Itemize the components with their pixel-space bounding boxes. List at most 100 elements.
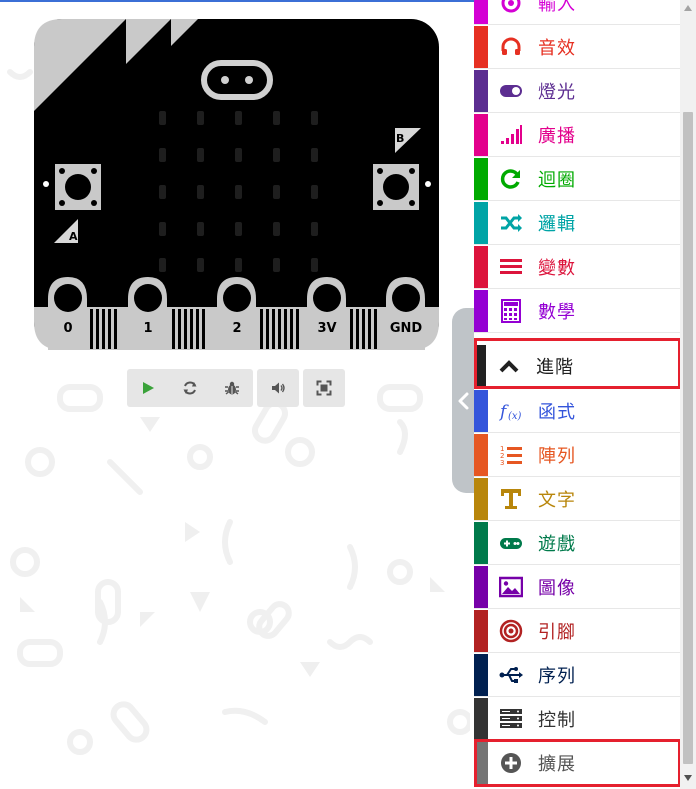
toolbox-item-serial[interactable]: 序列 xyxy=(474,654,680,697)
toolbox-item-label: 迴圈 xyxy=(538,170,576,191)
simulator-controls-group xyxy=(127,369,253,407)
scrollbar-thumb[interactable] xyxy=(683,112,693,764)
toolbox-scrollbar[interactable] xyxy=(680,0,696,789)
toolbox-item-label: 陣列 xyxy=(538,446,576,467)
toolbox-item-label: 圖像 xyxy=(538,578,576,599)
pin-gnd-label: GND xyxy=(390,321,423,336)
svg-text:3: 3 xyxy=(500,459,504,467)
category-color-bar xyxy=(474,114,488,156)
bug-icon xyxy=(225,381,239,395)
toolbox-item-text[interactable]: 文字 xyxy=(474,478,680,521)
toolbox-item-label: 廣播 xyxy=(538,126,576,147)
toolbox-item-label: 引腳 xyxy=(538,622,576,643)
category-color-bar xyxy=(474,290,488,332)
scroll-up-arrow[interactable] xyxy=(680,0,696,16)
toolbox-item-radio[interactable]: 廣播 xyxy=(474,114,680,157)
category-color-bar xyxy=(474,26,488,68)
toolbox-item-led[interactable]: 燈光 xyxy=(474,70,680,113)
svg-text:(x): (x) xyxy=(508,411,522,422)
toolbox-item-label: 擴展 xyxy=(538,754,576,775)
toolbox-item-label: 控制 xyxy=(538,710,576,731)
toolbox-item-input[interactable]: 輸入 xyxy=(474,0,680,25)
category-color-bar xyxy=(474,345,486,387)
button-b-label: B xyxy=(396,132,404,145)
toolbox-item-label: 函式 xyxy=(538,402,576,423)
debug-button[interactable] xyxy=(211,369,253,407)
speaker-icon xyxy=(272,382,285,394)
simulator-view-group xyxy=(303,369,345,407)
chevron-up-icon xyxy=(496,353,522,379)
toolbox-item-variables[interactable]: 變數 xyxy=(474,246,680,289)
category-color-bar xyxy=(474,390,488,432)
input-icon xyxy=(498,0,524,16)
category-color-bar xyxy=(474,522,488,564)
usb-icon xyxy=(498,662,524,688)
toolbox-item-loops[interactable]: 迴圈 xyxy=(474,158,680,201)
category-color-bar xyxy=(474,478,488,520)
toolbox-item-math[interactable]: 數學 xyxy=(474,290,680,333)
play-icon xyxy=(143,382,154,394)
pin-0-label: 0 xyxy=(63,321,72,336)
category-color-bar xyxy=(474,610,488,652)
toolbox-item-label: 數學 xyxy=(538,302,576,323)
pin-3v[interactable] xyxy=(307,277,346,350)
pin-1-label: 1 xyxy=(143,321,152,336)
function-icon: f (x) xyxy=(498,398,524,424)
category-color-bar xyxy=(474,742,488,784)
restart-icon xyxy=(183,381,197,395)
pin-2[interactable] xyxy=(217,277,256,350)
toolbox-item-arrays[interactable]: 123 陣列 xyxy=(474,434,680,477)
scroll-down-arrow[interactable] xyxy=(680,770,696,786)
toolbox-item-functions[interactable]: f (x) 函式 xyxy=(474,390,680,433)
toolbox-item-game[interactable]: 遊戲 xyxy=(474,522,680,565)
toolbox-item-extensions[interactable]: 擴展 xyxy=(474,742,680,785)
toggle-icon xyxy=(498,78,524,104)
toolbox-item-music[interactable]: 音效 xyxy=(474,26,680,69)
pin-2-label: 2 xyxy=(232,321,241,336)
toolbox-item-advanced[interactable]: 進階 xyxy=(474,345,680,388)
toolbox-item-label: 文字 xyxy=(538,490,576,511)
toolbox-item-images[interactable]: 圖像 xyxy=(474,566,680,609)
fullscreen-button[interactable] xyxy=(303,369,345,407)
plus-circle-icon xyxy=(498,750,524,776)
mute-button[interactable] xyxy=(257,369,299,407)
category-color-bar xyxy=(474,566,488,608)
pin-1[interactable] xyxy=(128,277,167,350)
loop-icon xyxy=(498,166,524,192)
pin-gnd[interactable] xyxy=(386,277,425,350)
toolbox: 輸入 音效 燈光 廣播 迴圈 邏輯 變數 數學 進階 f (x) 函式 1 2 … xyxy=(474,0,680,789)
toolbox-item-pins[interactable]: 引腳 xyxy=(474,610,680,653)
ordered-list-icon: 123 xyxy=(498,442,524,468)
list-lines-icon xyxy=(498,254,524,280)
button-a-label: A xyxy=(69,230,78,243)
pin-0[interactable] xyxy=(48,277,87,350)
button-a[interactable] xyxy=(55,164,101,210)
toolbox-item-control[interactable]: 控制 xyxy=(474,698,680,741)
category-color-bar xyxy=(474,0,488,24)
simulator-toolbar xyxy=(127,369,345,407)
target-icon xyxy=(498,618,524,644)
category-color-bar xyxy=(474,698,488,740)
signal-bars-icon xyxy=(498,122,524,148)
restart-button[interactable] xyxy=(169,369,211,407)
category-color-bar xyxy=(474,654,488,696)
simulator-sound-group xyxy=(257,369,299,407)
toolbox-item-label: 音效 xyxy=(538,38,576,59)
toolbox-item-logic[interactable]: 邏輯 xyxy=(474,202,680,245)
toolbox-item-label: 變數 xyxy=(538,258,576,279)
category-color-bar xyxy=(474,70,488,112)
category-color-bar xyxy=(474,202,488,244)
chevron-left-icon xyxy=(458,392,469,409)
play-button[interactable] xyxy=(127,369,169,407)
fullscreen-icon xyxy=(316,380,332,396)
toolbox-item-label: 燈光 xyxy=(538,82,576,103)
button-b[interactable] xyxy=(373,164,419,210)
category-color-bar xyxy=(474,246,488,288)
category-color-bar xyxy=(474,434,488,476)
image-icon xyxy=(498,574,524,600)
toolbox-item-label: 邏輯 xyxy=(538,214,576,235)
microbit-simulator[interactable]: A B 0 1 2 3V GND xyxy=(34,19,439,350)
shuffle-icon xyxy=(498,210,524,236)
headphones-icon xyxy=(498,34,524,60)
server-icon xyxy=(498,706,524,732)
